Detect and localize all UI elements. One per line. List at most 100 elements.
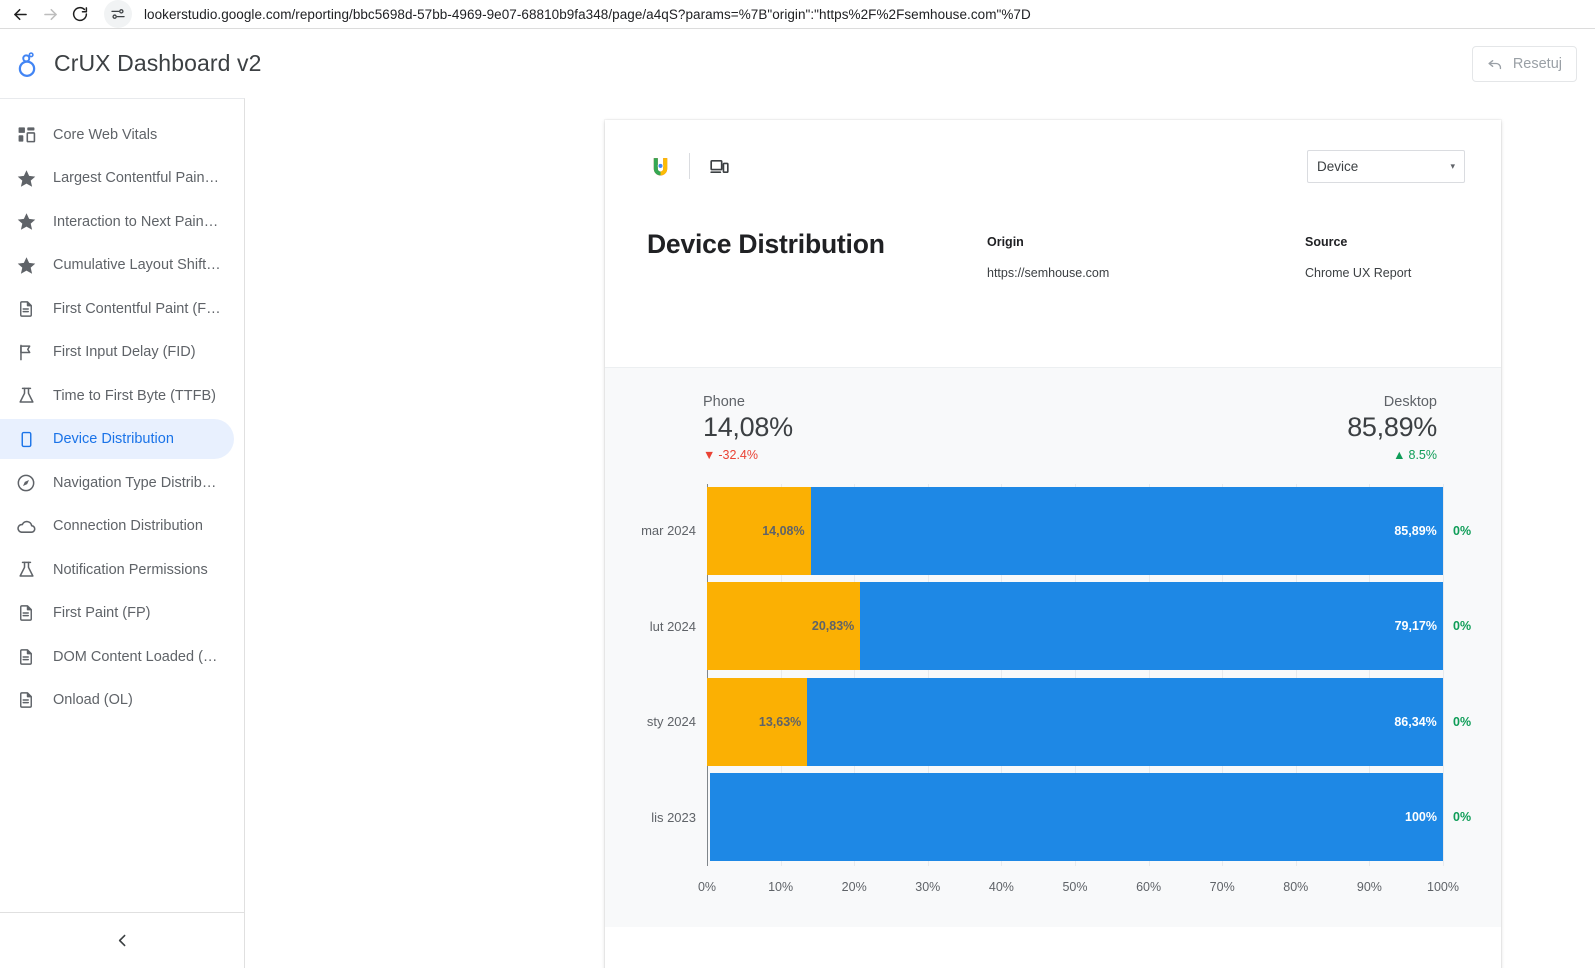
report-title: Device Distribution (647, 229, 885, 259)
chart-gridline (1443, 484, 1444, 866)
sidebar-item-dom-content-loaded[interactable]: DOM Content Loaded (… (0, 637, 234, 677)
scorecard-label: Phone (703, 394, 745, 410)
chart-segment-tablet-label: 0% (1453, 523, 1472, 538)
sidebar-item-interaction-to-next-paint[interactable]: Interaction to Next Pain… (0, 202, 234, 242)
scorecard-delta: ▲ 8.5% (1393, 448, 1437, 462)
chart-x-tick-label: 20% (841, 880, 867, 894)
chart-segment-phone[interactable]: 20,83% (707, 582, 861, 671)
page-title: CrUX Dashboard v2 (54, 50, 262, 76)
chart-segment-desktop[interactable]: 79,17% (860, 582, 1443, 671)
app-header: CrUX Dashboard v2 Resetuj (0, 29, 1595, 98)
sidebar-item-label: Onload (OL) (53, 692, 133, 708)
sidebar-item-label: Interaction to Next Pain… (53, 213, 219, 230)
star-icon (14, 166, 38, 190)
chart-bar-row[interactable]: mar 2024 14,08% 85,89% 0% (641, 486, 1471, 575)
cloud-icon (14, 514, 38, 538)
chart-bar-row[interactable]: sty 2024 13,63% 86,34% 0% (647, 677, 1471, 766)
chart-segment-tablet-label: 0% (1453, 810, 1472, 825)
phone-icon (14, 427, 38, 451)
star-icon (14, 210, 38, 234)
device-filter-select[interactable]: Device ▾ (1307, 149, 1465, 183)
document-icon (14, 297, 38, 321)
sidebar-item-cumulative-layout-shift[interactable]: Cumulative Layout Shift… (0, 245, 234, 285)
scorecard-label: Desktop (1383, 394, 1437, 410)
sidebar-collapse-button[interactable] (107, 926, 137, 956)
sidebar-item-label: Device Distribution (53, 431, 174, 447)
sidebar-item-core-web-vitals[interactable]: Core Web Vitals (0, 115, 234, 155)
header-actions: Resetuj (1471, 45, 1577, 82)
chart-segment-desktop[interactable]: 100% (710, 773, 1443, 862)
origin-value: https://semhouse.com (987, 266, 1110, 280)
chart-x-tick-label: 30% (915, 880, 941, 894)
document-icon (14, 688, 38, 712)
compass-icon (14, 471, 38, 495)
chart-x-tick-label: 50% (1062, 880, 1088, 894)
caret-down-icon: ▾ (1450, 160, 1455, 171)
url-bar[interactable]: lookerstudio.google.com/reporting/bbc569… (144, 7, 1031, 22)
chart-x-tick-label: 90% (1356, 880, 1382, 894)
report-meta-row: Device Distribution Origin https://semho… (647, 229, 1465, 280)
site-settings-icon (111, 9, 125, 19)
chart-bar-row[interactable]: lut 2024 20,83% 79,17% 0% (650, 582, 1471, 671)
sidebar: Core Web Vitals Largest Contentful Pain…… (0, 98, 245, 968)
scorecard-value: 85,89% (1347, 412, 1437, 442)
sidebar-item-largest-contentful-paint[interactable]: Largest Contentful Pain… (0, 158, 234, 198)
device-distribution-chart: mar 2024 14,08% 85,89% 0% lut 2024 20,83% 79,1… (605, 484, 1501, 914)
scorecard-delta: ▼ -32.4% (703, 448, 793, 462)
sidebar-item-device-distribution[interactable]: Device Distribution (0, 419, 234, 459)
reload-button[interactable] (66, 0, 94, 28)
scorecard-desktop: Desktop 85,89% ▲ 8.5% (1347, 394, 1437, 462)
sidebar-item-label: Connection Distribution (53, 518, 203, 534)
origin-block: Origin https://semhouse.com (987, 229, 1305, 280)
toolbar-divider (689, 153, 690, 179)
chart-bar-row[interactable]: lis 20230%100%0% (651, 773, 1471, 862)
report-toolbar: Device ▾ (647, 148, 1465, 184)
chart-plot-area: mar 2024 14,08% 85,89% 0% lut 2024 20,83% 79,1… (605, 484, 1501, 914)
report-card: Device ▾ Device Distribution Origin http… (605, 120, 1501, 968)
source-value: Chrome UX Report (1305, 266, 1412, 280)
reset-button[interactable]: Resetuj (1471, 45, 1577, 82)
sidebar-item-first-input-delay[interactable]: First Input Delay (FID) (0, 332, 234, 372)
devices-icon[interactable] (706, 153, 732, 179)
back-button[interactable] (6, 0, 34, 28)
chart-category-label: mar 2024 (641, 523, 696, 539)
chart-segment-phone[interactable]: 13,63% (707, 677, 808, 766)
sidebar-item-navigation-type-distribution[interactable]: Navigation Type Distrib… (0, 463, 234, 503)
chart-x-tick-label: 60% (1136, 880, 1162, 894)
scorecard-delta-value: 8.5% (1408, 448, 1438, 462)
chart-x-tick-label: 100% (1427, 880, 1459, 894)
sidebar-item-onload[interactable]: Onload (OL) (0, 680, 234, 720)
sidebar-item-first-contentful-paint[interactable]: First Contentful Paint (F… (0, 289, 234, 329)
star-icon (14, 253, 38, 277)
sidebar-item-label: First Input Delay (FID) (53, 344, 196, 360)
flask-icon (14, 384, 38, 408)
arrow-up-icon: ▲ (1393, 448, 1406, 462)
chart-segment-phone[interactable]: 14,08% (707, 486, 811, 575)
document-icon (14, 645, 38, 669)
forward-button[interactable] (36, 0, 64, 28)
site-settings-button[interactable] (104, 0, 132, 28)
sidebar-item-label: First Contentful Paint (F… (53, 300, 221, 317)
arrow-left-icon (13, 8, 27, 20)
sidebar-item-first-paint[interactable]: First Paint (FP) (0, 593, 234, 633)
scorecard-row: Phone 14,08% ▼ -32.4% Desktop 85,89% ▲ 8… (605, 368, 1501, 462)
undo-icon (1488, 59, 1501, 70)
scorecard-phone: Phone 14,08% ▼ -32.4% (703, 394, 793, 462)
report-canvas: Device ▾ Device Distribution Origin http… (245, 98, 1595, 968)
sidebar-item-connection-distribution[interactable]: Connection Distribution (0, 506, 234, 546)
sidebar-item-label: Core Web Vitals (53, 126, 158, 143)
sidebar-item-label: First Paint (FP) (53, 605, 151, 621)
chart-x-tick-label: 10% (768, 880, 794, 894)
sidebar-item-label: Largest Contentful Pain… (53, 170, 220, 186)
chart-segment-desktop[interactable]: 86,34% (807, 677, 1443, 766)
chart-segment-tablet-label: 0% (1453, 619, 1472, 634)
chart-x-tick-label: 80% (1283, 880, 1309, 894)
chart-segment-desktop[interactable]: 85,89% (810, 486, 1443, 575)
sidebar-nav-list: Core Web Vitals Largest Contentful Pain…… (0, 99, 244, 912)
sidebar-item-notification-permissions[interactable]: Notification Permissions (0, 550, 234, 590)
chevron-left-icon (118, 934, 125, 947)
source-label: Source (1305, 235, 1348, 249)
source-block: Source Chrome UX Report (1305, 229, 1411, 280)
sidebar-item-time-to-first-byte[interactable]: Time to First Byte (TTFB) (0, 376, 234, 416)
sidebar-item-label: Navigation Type Distrib… (53, 474, 217, 491)
